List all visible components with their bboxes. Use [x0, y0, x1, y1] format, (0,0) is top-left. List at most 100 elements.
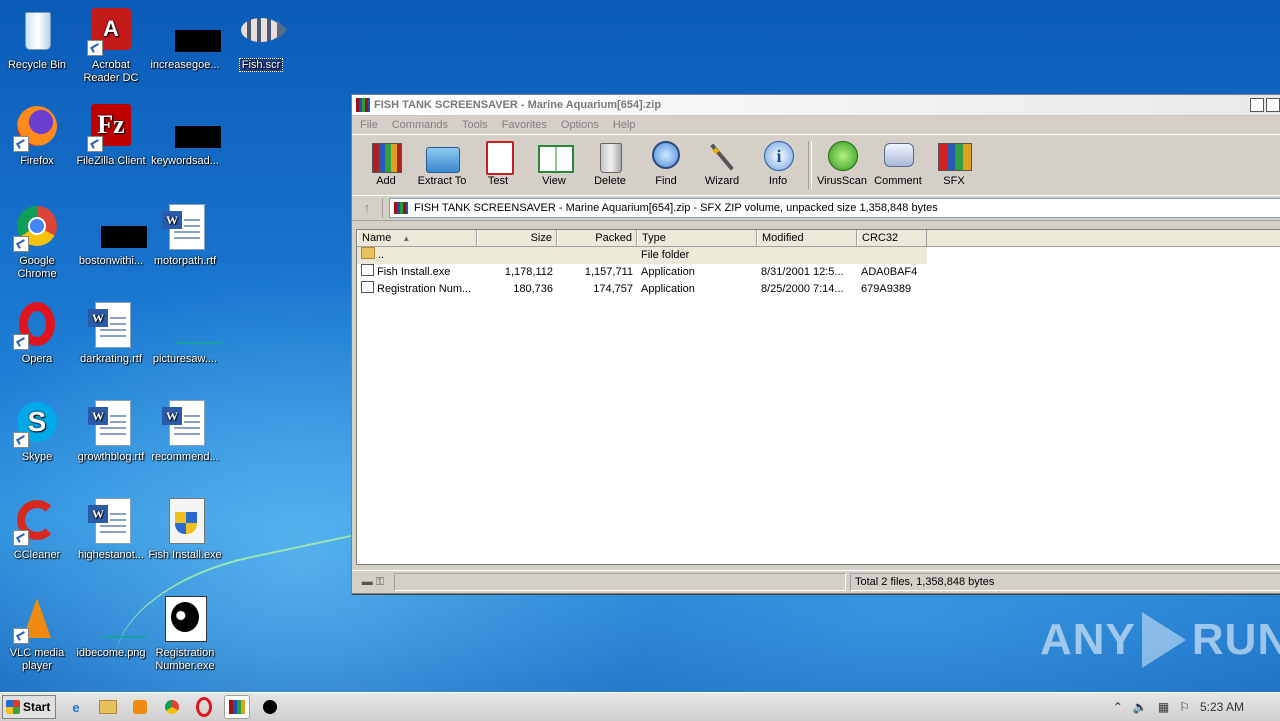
desktop-icon-fish-install[interactable]: Fish Install.exe: [148, 498, 222, 562]
find-button[interactable]: Find: [638, 135, 694, 187]
taskbar-chrome-icon[interactable]: [160, 696, 184, 718]
menu-file[interactable]: File: [360, 119, 378, 131]
menu-help[interactable]: Help: [613, 119, 636, 131]
desktop-icon-keywordsad[interactable]: keywordsad...: [148, 104, 222, 168]
column-packed[interactable]: Packed: [557, 230, 637, 246]
archive-icon: [394, 202, 408, 214]
opera-icon: [13, 302, 61, 350]
desktop-icon-ccleaner[interactable]: CCleaner: [0, 498, 74, 562]
desktop-icon-motorpath[interactable]: W motorpath.rtf: [148, 204, 222, 268]
volume-icon[interactable]: 🔈: [1133, 700, 1148, 714]
test-button[interactable]: Test: [470, 135, 526, 187]
icon-label: Fish.scr: [238, 58, 284, 72]
add-button[interactable]: Add: [358, 135, 414, 187]
clock[interactable]: 5:23 AM: [1200, 700, 1244, 714]
magnifier-icon: [648, 139, 684, 173]
taskbar-ie-icon[interactable]: e: [64, 696, 88, 718]
desktop-icon-skype[interactable]: S Skype: [0, 400, 74, 464]
icon-label: increasegoe...: [150, 59, 220, 71]
folder-icon: [361, 247, 375, 259]
redacted-thumbnail-icon: [161, 104, 221, 152]
taskbar-registration-app-icon[interactable]: [258, 696, 282, 718]
icon-label: Registration Number.exe: [155, 647, 215, 672]
status-total: Total 2 files, 1,358,848 bytes: [850, 573, 1280, 591]
icon-label: highestanot...: [77, 549, 145, 561]
column-crc32[interactable]: CRC32: [857, 230, 927, 246]
fish-icon: [237, 8, 287, 56]
drive-key-icon[interactable]: ▬ ⚿: [352, 576, 394, 589]
title-bar[interactable]: FISH TANK SCREENSAVER - Marine Aquarium[…: [352, 95, 1280, 116]
desktop-icon-highestanot[interactable]: W highestanot...: [74, 498, 148, 562]
minimize-button[interactable]: [1250, 98, 1264, 112]
sfx-button[interactable]: SFX: [926, 135, 982, 187]
table-row[interactable]: Registration Num... 180,736 174,757 Appl…: [357, 281, 1280, 298]
magic-wand-icon: ✦: [704, 139, 740, 173]
table-row[interactable]: Fish Install.exe 1,178,112 1,157,711 App…: [357, 264, 1280, 281]
icon-label: picturesaw....: [152, 353, 218, 365]
desktop-icon-picturesaw[interactable]: picturesaw....: [148, 302, 222, 366]
taskbar-opera-icon[interactable]: [192, 696, 216, 718]
icon-label: bostonwithi...: [78, 255, 144, 267]
word-document-icon: W: [87, 498, 135, 546]
ccleaner-icon: [13, 498, 61, 546]
view-button[interactable]: View: [526, 135, 582, 187]
menu-options[interactable]: Options: [561, 119, 599, 131]
icon-label: VLC media player: [9, 647, 65, 672]
parent-folder-row[interactable]: .. File folder: [357, 247, 927, 264]
network-icon[interactable]: ▦: [1158, 700, 1169, 714]
status-bar: ▬ ⚿ Total 2 files, 1,358,848 bytes: [352, 570, 1280, 593]
desktop: Recycle Bin Firefox Google Chrome Opera …: [0, 0, 1280, 692]
recycle-bin-icon: [13, 8, 61, 56]
maximize-button[interactable]: [1266, 98, 1280, 112]
desktop-icon-bostonwithi[interactable]: bostonwithi...: [74, 204, 148, 268]
action-center-flag-icon[interactable]: ⚐: [1179, 700, 1190, 714]
icon-label: Acrobat Reader DC: [83, 59, 139, 84]
desktop-icon-growthblog[interactable]: W growthblog.rtf: [74, 400, 148, 464]
desktop-icon-filezilla[interactable]: Fz FileZilla Client: [74, 104, 148, 168]
desktop-icon-fish-scr[interactable]: Fish.scr: [224, 8, 298, 72]
address-row: ↑ FISH TANK SCREENSAVER - Marine Aquariu…: [352, 195, 1280, 221]
desktop-icon-idbecome[interactable]: idbecome.png: [74, 596, 148, 660]
column-modified[interactable]: Modified: [757, 230, 857, 246]
chrome-icon: [13, 204, 61, 252]
window-controls: [1248, 98, 1280, 112]
file-list[interactable]: Name ▲ Size Packed Type Modified CRC32 .…: [356, 229, 1280, 565]
desktop-icon-registration-number[interactable]: Registration Number.exe: [148, 596, 222, 673]
icon-label: motorpath.rtf: [153, 255, 217, 267]
word-document-icon: W: [161, 400, 209, 448]
column-type[interactable]: Type: [637, 230, 757, 246]
column-name[interactable]: Name ▲: [357, 230, 477, 246]
menu-favorites[interactable]: Favorites: [502, 119, 547, 131]
wizard-button[interactable]: ✦ Wizard: [694, 135, 750, 187]
icon-label: recommend...: [151, 451, 219, 463]
delete-button[interactable]: Delete: [582, 135, 638, 187]
virusscan-button[interactable]: VirusScan: [814, 135, 870, 187]
column-size[interactable]: Size: [477, 230, 557, 246]
window-title: FISH TANK SCREENSAVER - Marine Aquarium[…: [374, 99, 662, 111]
desktop-icon-darkrating[interactable]: W darkrating.rtf: [74, 302, 148, 366]
desktop-icon-recommend[interactable]: W recommend...: [148, 400, 222, 464]
desktop-icon-increasegoe[interactable]: increasegoe...: [148, 8, 222, 72]
taskbar-explorer-icon[interactable]: [96, 696, 120, 718]
desktop-icon-recycle-bin[interactable]: Recycle Bin: [0, 8, 74, 72]
icon-label: Opera: [21, 353, 53, 365]
desktop-icon-opera[interactable]: Opera: [0, 302, 74, 366]
start-button[interactable]: Start: [2, 695, 56, 719]
show-hidden-icons-icon[interactable]: ⌃: [1113, 700, 1123, 714]
archive-path-bar[interactable]: FISH TANK SCREENSAVER - Marine Aquarium[…: [389, 198, 1280, 218]
desktop-icon-firefox[interactable]: Firefox: [0, 104, 74, 168]
info-button[interactable]: i Info: [750, 135, 806, 187]
taskbar-media-player-icon[interactable]: [128, 696, 152, 718]
desktop-icon-acrobat[interactable]: A Acrobat Reader DC: [74, 8, 148, 85]
sfx-archive-icon: [936, 139, 972, 173]
desktop-icon-chrome[interactable]: Google Chrome: [0, 204, 74, 281]
winrar-window[interactable]: FISH TANK SCREENSAVER - Marine Aquarium[…: [351, 94, 1280, 594]
taskbar-winrar-icon[interactable]: [224, 695, 250, 719]
comment-button[interactable]: Comment: [870, 135, 926, 187]
menu-commands[interactable]: Commands: [392, 119, 448, 131]
desktop-icon-vlc[interactable]: VLC media player: [0, 596, 74, 673]
menu-tools[interactable]: Tools: [462, 119, 488, 131]
extract-to-button[interactable]: Extract To: [414, 135, 470, 187]
up-one-level-button[interactable]: ↑: [352, 198, 383, 218]
icon-label: FileZilla Client: [76, 155, 146, 167]
